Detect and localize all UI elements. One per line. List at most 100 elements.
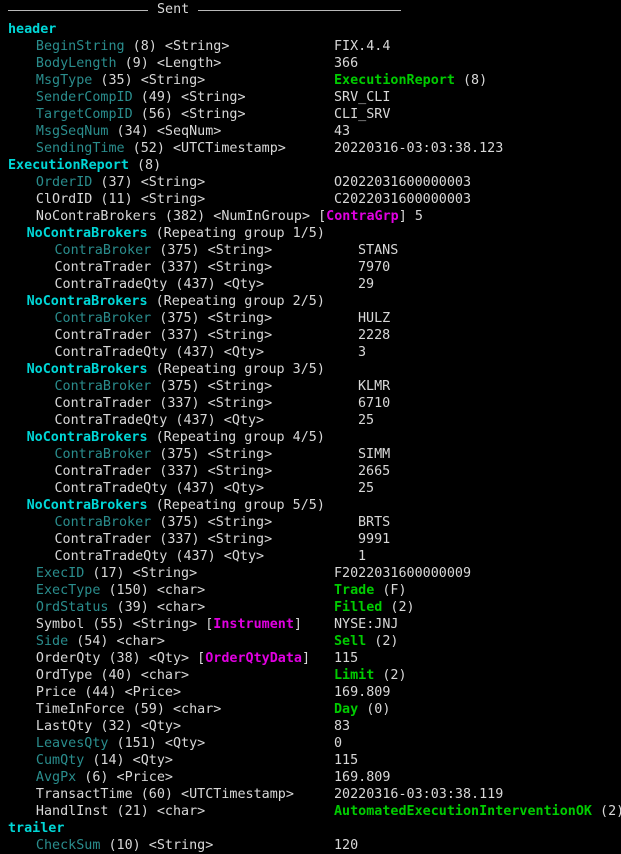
field-meta: (35) <String> [92, 73, 206, 88]
field-row[interactable]: Side (54) <char> Sell (2) [8, 633, 621, 650]
field-meta: (437) <Qty> [167, 345, 265, 360]
section-execution-report[interactable]: ExecutionReport (8) [8, 157, 621, 174]
field-value: 1 [358, 549, 367, 564]
field-name: AvgPx [35, 770, 77, 785]
field-name: ContraTradeQty [54, 277, 168, 292]
field-value: Sell [334, 634, 367, 649]
field-row[interactable]: SendingTime (52) <UTCTimestamp> 20220316-… [8, 140, 621, 157]
title-rule-left [8, 10, 148, 11]
panel-title-bar: Sent [0, 0, 621, 21]
field-row[interactable]: LastQty (32) <Qty> 83 [8, 718, 621, 735]
field-meta: (6) <Price> [76, 770, 173, 785]
group-field-row[interactable]: ContraBroker (375) <String> BRTS [8, 514, 621, 531]
group-label: NoContraBrokers [26, 498, 148, 513]
field-name: ContraBroker [54, 243, 152, 258]
field-value: O2022031600000003 [334, 175, 472, 190]
field-meta: (60) <UTCTimestamp> [132, 787, 294, 802]
field-meta: (59) <char> [124, 702, 222, 717]
group-field-row[interactable]: ContraBroker (375) <String> SIMM [8, 446, 621, 463]
field-row[interactable]: LeavesQty (151) <Qty> 0 [8, 735, 621, 752]
group-field-row[interactable]: ContraBroker (375) <String> KLMR [8, 378, 621, 395]
field-row[interactable]: OrdType (40) <char> Limit (2) [8, 667, 621, 684]
field-value: 25 [358, 413, 375, 428]
group-field-row[interactable]: ContraTradeQty (437) <Qty> 25 [8, 412, 621, 429]
field-name: ContraTrader [54, 328, 152, 343]
group-field-row[interactable]: ContraTrader (337) <String> 6710 [8, 395, 621, 412]
field-row[interactable]: TransactTime (60) <UTCTimestamp> 20220316… [8, 786, 621, 803]
field-meta: (10) <String> [100, 838, 214, 853]
field-value: SIMM [358, 447, 391, 462]
field-row[interactable]: MsgType (35) <String> ExecutionReport (8) [8, 72, 621, 89]
field-row[interactable]: ExecType (150) <char> Trade (F) [8, 582, 621, 599]
repeating-group-header[interactable]: NoContraBrokers (Repeating group 1/5) [8, 225, 621, 242]
field-row[interactable]: CumQty (14) <Qty> 115 [8, 752, 621, 769]
field-value-code: (0) [358, 702, 391, 717]
repeating-group-header[interactable]: NoContraBrokers (Repeating group 2/5) [8, 293, 621, 310]
field-name: CumQty [35, 753, 85, 768]
field-value: 83 [334, 719, 351, 734]
section-header[interactable]: header [8, 21, 621, 38]
field-row[interactable]: OrdStatus (39) <char> Filled (2) [8, 599, 621, 616]
field-row[interactable]: BeginString (8) <String> FIX.4.4 [8, 38, 621, 55]
group-field-row[interactable]: ContraTrader (337) <String> 9991 [8, 531, 621, 548]
group-field-row[interactable]: ContraTrader (337) <String> 2228 [8, 327, 621, 344]
field-meta: (54) <char> [68, 634, 165, 649]
field-row[interactable]: AvgPx (6) <Price> 169.809 [8, 769, 621, 786]
field-value: KLMR [358, 379, 391, 394]
component-name: OrderQtyData [205, 651, 302, 666]
field-value: AutomatedExecutionInterventionOK [334, 804, 592, 819]
group-label: NoContraBrokers [26, 362, 148, 377]
field-row[interactable]: TimeInForce (59) <char> Day (0) [8, 701, 621, 718]
field-meta: (382) <NumInGroup> [156, 209, 311, 224]
field-meta: (437) <Qty> [167, 277, 265, 292]
field-value-wrap: Limit (2) [334, 667, 407, 684]
field-name: OrdStatus [35, 600, 109, 615]
field-value: 0 [334, 736, 343, 751]
field-value: 366 [334, 56, 359, 71]
field-row[interactable]: MsgSeqNum (34) <SeqNum> 43 [8, 123, 621, 140]
section-label: ExecutionReport [8, 158, 129, 173]
repeating-group-header[interactable]: NoContraBrokers (Repeating group 4/5) [8, 429, 621, 446]
field-row[interactable]: ClOrdID (11) <String> C2022031600000003 [8, 191, 621, 208]
field-meta: (11) <String> [92, 192, 206, 207]
field-row[interactable]: BodyLength (9) <Length> 366 [8, 55, 621, 72]
field-name: ClOrdID [35, 192, 93, 207]
section-trailer[interactable]: trailer [8, 820, 621, 837]
field-value: Day [334, 702, 359, 717]
repeating-group-header[interactable]: NoContraBrokers (Repeating group 3/5) [8, 361, 621, 378]
field-name: ContraBroker [54, 311, 152, 326]
group-field-row[interactable]: ContraTradeQty (437) <Qty> 1 [8, 548, 621, 565]
field-name: NoContraBrokers [35, 209, 157, 224]
field-row[interactable]: OrderQty (38) <Qty> [OrderQtyData] 115 [8, 650, 621, 667]
group-caption: (Repeating group 5/5) [147, 498, 325, 513]
group-field-row[interactable]: ContraBroker (375) <String> HULZ [8, 310, 621, 327]
field-name: TransactTime [35, 787, 133, 802]
field-row[interactable]: TargetCompID (56) <String> CLI_SRV [8, 106, 621, 123]
field-name: ContraTrader [54, 396, 152, 411]
group-field-row[interactable]: ContraTradeQty (437) <Qty> 25 [8, 480, 621, 497]
component-bracket: [ [189, 651, 206, 666]
field-row[interactable]: CheckSum (10) <String> 120 [8, 837, 621, 854]
field-value-wrap: Day (0) [334, 701, 390, 718]
group-field-row[interactable]: ContraTradeQty (437) <Qty> 3 [8, 344, 621, 361]
group-field-row[interactable]: ContraBroker (375) <String> STANS [8, 242, 621, 259]
field-row[interactable]: NoContraBrokers (382) <NumInGroup> [Cont… [8, 208, 621, 225]
field-name: CheckSum [35, 838, 101, 853]
field-name: ContraTrader [54, 464, 152, 479]
field-value: Filled [334, 600, 383, 615]
field-row[interactable]: Price (44) <Price> 169.809 [8, 684, 621, 701]
field-row[interactable]: HandlInst (21) <char> AutomatedExecutionI… [8, 803, 621, 820]
group-field-row[interactable]: ContraTrader (337) <String> 2665 [8, 463, 621, 480]
field-name: ExecType [35, 583, 101, 598]
repeating-group-header[interactable]: NoContraBrokers (Repeating group 5/5) [8, 497, 621, 514]
field-name: OrderID [35, 175, 93, 190]
field-row[interactable]: ExecID (17) <String> F2022031600000009 [8, 565, 621, 582]
field-row[interactable]: Symbol (55) <String> [Instrument] NYSE:JN… [8, 616, 621, 633]
field-value: 5 [406, 209, 423, 224]
field-row[interactable]: OrderID (37) <String> O2022031600000003 [8, 174, 621, 191]
field-row[interactable]: SenderCompID (49) <String> SRV_CLI [8, 89, 621, 106]
group-field-row[interactable]: ContraTrader (337) <String> 7970 [8, 259, 621, 276]
field-value: 115 [334, 753, 359, 768]
group-field-row[interactable]: ContraTradeQty (437) <Qty> 29 [8, 276, 621, 293]
field-value: STANS [358, 243, 399, 258]
